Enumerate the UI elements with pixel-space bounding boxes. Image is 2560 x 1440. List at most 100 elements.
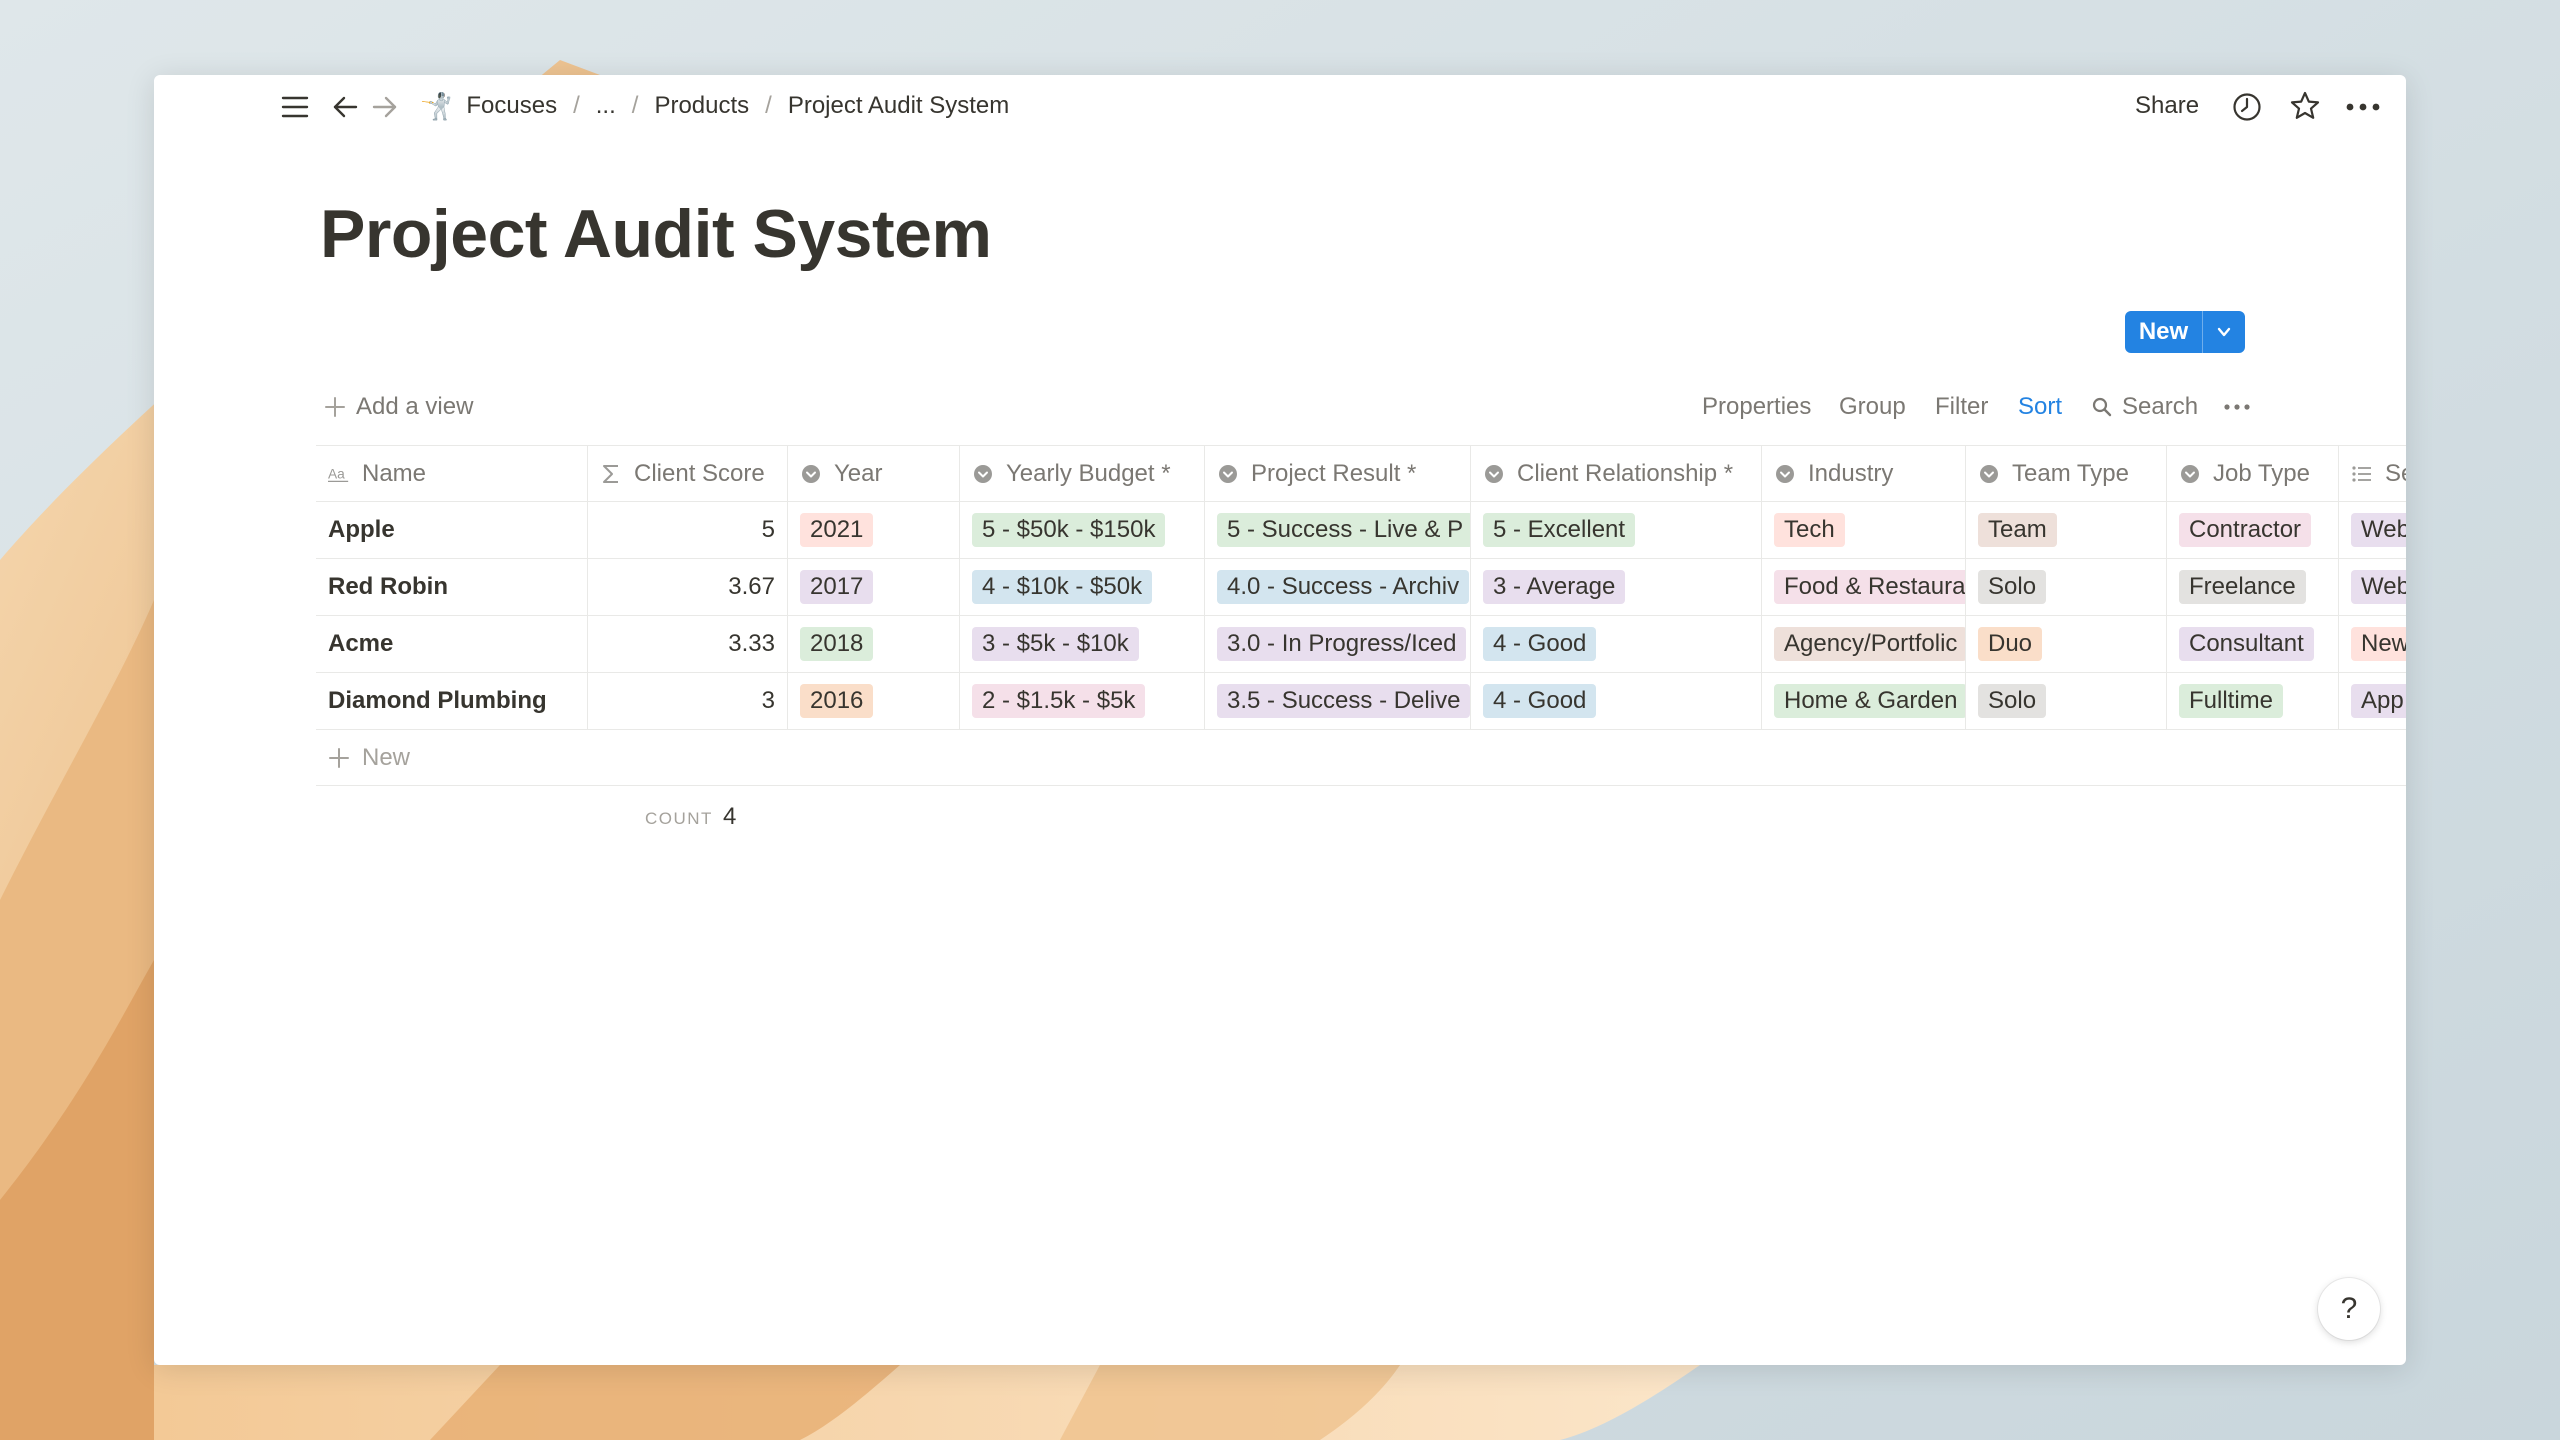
cell-name[interactable]: Diamond Plumbing bbox=[316, 673, 588, 729]
cell-client-score[interactable]: 3 bbox=[588, 673, 788, 729]
table-row[interactable]: Diamond Plumbing 3 2016 2 - $1.5k - $5k … bbox=[316, 673, 2406, 730]
breadcrumb-separator: / bbox=[765, 92, 772, 119]
clock-history-icon[interactable] bbox=[2230, 90, 2264, 124]
relationship-tag: 4 - Good bbox=[1483, 627, 1597, 661]
column-header-team-type[interactable]: Team Type bbox=[1966, 446, 2167, 502]
cell-yearly-budget[interactable]: 4 - $10k - $50k bbox=[960, 559, 1205, 615]
properties-button[interactable]: Properties bbox=[1702, 385, 1811, 429]
more-options-icon[interactable] bbox=[2344, 90, 2382, 124]
column-header-client-score[interactable]: Client Score bbox=[588, 446, 788, 502]
count-label: COUNT bbox=[645, 809, 713, 828]
select-icon bbox=[2179, 463, 2201, 485]
fencer-emoji-icon: 🤺 bbox=[420, 90, 453, 121]
cell-name[interactable]: Apple bbox=[316, 502, 588, 558]
plus-icon bbox=[329, 747, 349, 768]
breadcrumb-focuses[interactable]: Focuses bbox=[464, 88, 559, 124]
job-tag: Fulltime bbox=[2179, 684, 2284, 718]
cell-industry[interactable]: Tech bbox=[1762, 502, 1966, 558]
share-button[interactable]: Share bbox=[2135, 89, 2199, 123]
team-tag: Team bbox=[1978, 513, 2057, 547]
cell-team-type[interactable]: Solo bbox=[1966, 559, 2167, 615]
add-view-button[interactable]: Add a view bbox=[324, 385, 473, 429]
cell-extra[interactable]: Web bbox=[2339, 502, 2406, 558]
breadcrumb-ellipsis[interactable]: ... bbox=[594, 88, 618, 124]
new-button[interactable]: New bbox=[2125, 311, 2245, 353]
cell-industry[interactable]: Food & Restaura bbox=[1762, 559, 1966, 615]
job-tag: Consultant bbox=[2179, 627, 2314, 661]
back-arrow-icon[interactable] bbox=[330, 92, 360, 122]
breadcrumb-current-page[interactable]: Project Audit System bbox=[786, 88, 1011, 124]
column-header-yearly-budget[interactable]: Yearly Budget * bbox=[960, 446, 1205, 502]
cell-name[interactable]: Acme bbox=[316, 616, 588, 672]
help-button[interactable]: ? bbox=[2318, 1278, 2380, 1340]
cell-project-result[interactable]: 3.0 - In Progress/Iced bbox=[1205, 616, 1471, 672]
cell-yearly-budget[interactable]: 5 - $50k - $150k bbox=[960, 502, 1205, 558]
cell-team-type[interactable]: Solo bbox=[1966, 673, 2167, 729]
column-header-extra[interactable]: Se bbox=[2339, 446, 2406, 502]
cell-job-type[interactable]: Consultant bbox=[2167, 616, 2339, 672]
chevron-down-icon[interactable] bbox=[2203, 311, 2245, 353]
breadcrumb-products[interactable]: Products bbox=[652, 88, 751, 124]
cell-client-relationship[interactable]: 4 - Good bbox=[1471, 616, 1762, 672]
topbar: 🤺 Focuses / ... / Products / Project Aud… bbox=[154, 75, 2406, 137]
filter-button[interactable]: Filter bbox=[1935, 385, 1988, 429]
column-header-client-relationship[interactable]: Client Relationship * bbox=[1471, 446, 1762, 502]
select-icon bbox=[1978, 463, 2000, 485]
cell-extra[interactable]: Web bbox=[2339, 559, 2406, 615]
cell-team-type[interactable]: Duo bbox=[1966, 616, 2167, 672]
cell-client-relationship[interactable]: 3 - Average bbox=[1471, 559, 1762, 615]
search-button[interactable]: Search bbox=[2092, 385, 2198, 429]
view-more-icon[interactable] bbox=[2224, 385, 2250, 429]
cell-extra[interactable]: New bbox=[2339, 616, 2406, 672]
cell-year[interactable]: 2017 bbox=[788, 559, 960, 615]
group-button[interactable]: Group bbox=[1839, 385, 1906, 429]
cell-client-relationship[interactable]: 5 - Excellent bbox=[1471, 502, 1762, 558]
select-icon bbox=[800, 463, 822, 485]
cell-extra[interactable]: App bbox=[2339, 673, 2406, 729]
cell-client-relationship[interactable]: 4 - Good bbox=[1471, 673, 1762, 729]
cell-name[interactable]: Red Robin bbox=[316, 559, 588, 615]
breadcrumb: 🤺 Focuses / ... / Products / Project Aud… bbox=[420, 75, 1011, 137]
cell-year[interactable]: 2021 bbox=[788, 502, 960, 558]
menu-icon[interactable] bbox=[280, 92, 310, 122]
column-header-name[interactable]: Aa Name bbox=[316, 446, 588, 502]
table-row[interactable]: Red Robin 3.67 2017 4 - $10k - $50k 4.0 … bbox=[316, 559, 2406, 616]
search-icon bbox=[2092, 397, 2112, 417]
star-icon[interactable] bbox=[2288, 89, 2322, 123]
select-icon bbox=[1483, 463, 1505, 485]
result-tag: 3.5 - Success - Delive bbox=[1217, 684, 1470, 718]
cell-project-result[interactable]: 3.5 - Success - Delive bbox=[1205, 673, 1471, 729]
column-header-year[interactable]: Year bbox=[788, 446, 960, 502]
cell-industry[interactable]: Agency/Portfolic bbox=[1762, 616, 1966, 672]
cell-project-result[interactable]: 5 - Success - Live & P bbox=[1205, 502, 1471, 558]
cell-client-score[interactable]: 3.33 bbox=[588, 616, 788, 672]
sort-button[interactable]: Sort bbox=[2018, 385, 2062, 429]
cell-year[interactable]: 2018 bbox=[788, 616, 960, 672]
forward-arrow-icon[interactable] bbox=[370, 92, 400, 122]
table-row[interactable]: Apple 5 2021 5 - $50k - $150k 5 - Succes… bbox=[316, 502, 2406, 559]
cell-client-score[interactable]: 5 bbox=[588, 502, 788, 558]
relationship-tag: 4 - Good bbox=[1483, 684, 1597, 718]
budget-tag: 2 - $1.5k - $5k bbox=[972, 684, 1146, 718]
new-row-label: New bbox=[362, 743, 411, 771]
cell-yearly-budget[interactable]: 3 - $5k - $10k bbox=[960, 616, 1205, 672]
cell-team-type[interactable]: Team bbox=[1966, 502, 2167, 558]
cell-year[interactable]: 2016 bbox=[788, 673, 960, 729]
app-window: 🤺 Focuses / ... / Products / Project Aud… bbox=[154, 75, 2406, 1365]
cell-project-result[interactable]: 4.0 - Success - Archiv bbox=[1205, 559, 1471, 615]
cell-client-score[interactable]: 3.67 bbox=[588, 559, 788, 615]
column-header-industry[interactable]: Industry bbox=[1762, 446, 1966, 502]
job-tag: Freelance bbox=[2179, 570, 2306, 604]
column-header-project-result[interactable]: Project Result * bbox=[1205, 446, 1471, 502]
column-header-label: Name bbox=[362, 460, 427, 487]
year-tag: 2021 bbox=[800, 513, 874, 547]
cell-job-type[interactable]: Fulltime bbox=[2167, 673, 2339, 729]
table-row[interactable]: Acme 3.33 2018 3 - $5k - $10k 3.0 - In P… bbox=[316, 616, 2406, 673]
cell-job-type[interactable]: Contractor bbox=[2167, 502, 2339, 558]
add-new-row-button[interactable]: New bbox=[316, 730, 2406, 786]
count-summary[interactable]: COUNT 4 bbox=[645, 803, 736, 831]
cell-yearly-budget[interactable]: 2 - $1.5k - $5k bbox=[960, 673, 1205, 729]
cell-industry[interactable]: Home & Garden bbox=[1762, 673, 1966, 729]
column-header-job-type[interactable]: Job Type bbox=[2167, 446, 2339, 502]
cell-job-type[interactable]: Freelance bbox=[2167, 559, 2339, 615]
